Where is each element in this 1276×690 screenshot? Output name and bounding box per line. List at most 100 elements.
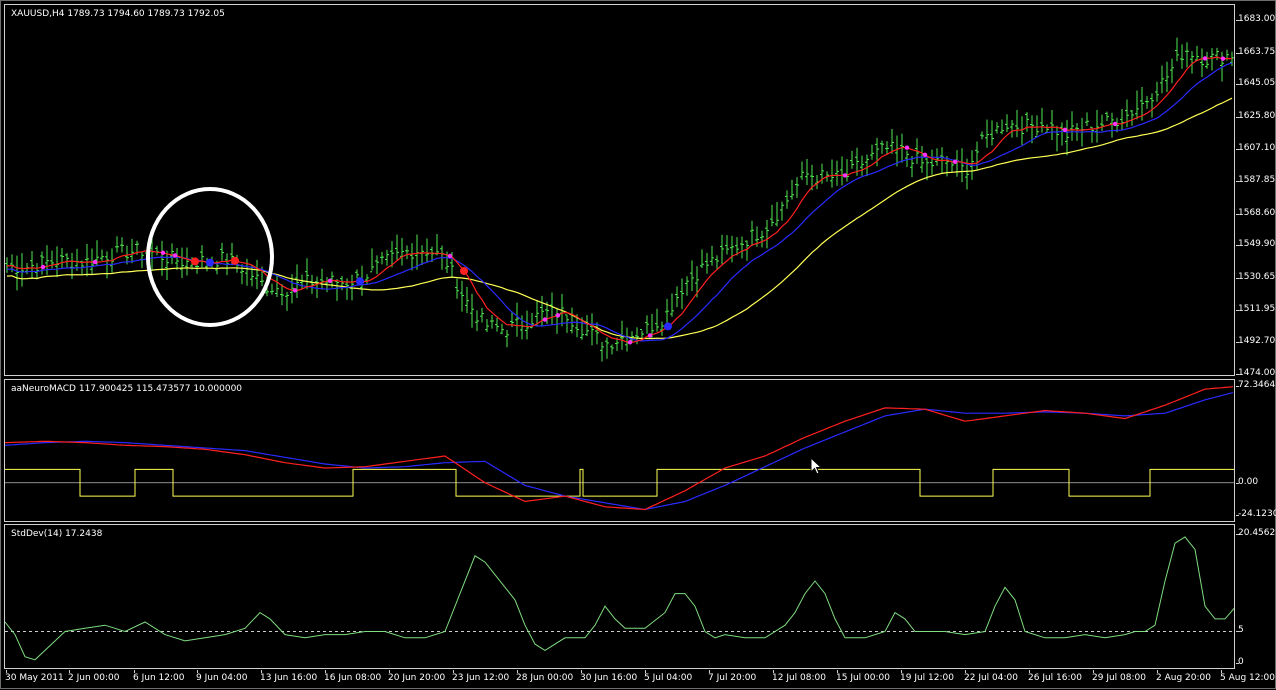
time-axis-tick [325, 670, 326, 673]
price-axis-label: 1511.95 [1238, 303, 1276, 314]
signal-dot [460, 266, 468, 275]
price-axis-label: 1663.75 [1238, 46, 1276, 57]
signal-dot [40, 264, 46, 270]
stddev-axis-label-tick [1236, 663, 1239, 664]
time-axis: 30 May 2011 2 Jun 00:00 6 Jun 12:00 9 Jun 0… [1, 670, 1276, 690]
price-axis-label: 1587.85 [1238, 175, 1276, 186]
time-axis-label: 30 May 2011 [5, 673, 64, 683]
macd-axis-label: 0.00 [1238, 476, 1259, 487]
time-axis-tick [69, 670, 70, 673]
time-axis-tick [1093, 670, 1094, 673]
signal-dot [447, 253, 453, 259]
signal-dot [922, 152, 928, 157]
time-axis-label: 6 Jun 12:00 [133, 673, 185, 683]
price-axis-label-tick [1236, 213, 1239, 215]
time-axis-tick [1157, 670, 1158, 673]
macd-axis-label: 72.3464 [1238, 380, 1276, 390]
time-axis-tick [965, 670, 966, 673]
signal-dot [327, 278, 333, 284]
time-axis-tick [517, 670, 518, 673]
stddev-axis-label: 5 [1238, 625, 1244, 636]
macd-signal-line [5, 392, 1234, 511]
stddev-header: StdDev(14) 17.2438 [11, 529, 103, 539]
time-axis-label: 2 Jun 00:00 [68, 673, 120, 683]
macd-axis-label: -24.1230 [1238, 509, 1276, 519]
time-axis-tick [134, 670, 135, 673]
price-y-axis: 1683.00 1663.75 1645.05 1625.80 1607.10 1587.… [1236, 4, 1276, 378]
price-axis-label-tick [1236, 20, 1239, 21]
time-axis-tick [1029, 670, 1030, 673]
time-axis-label: 2 Aug 20:00 [1156, 673, 1211, 683]
price-chart-header: XAUUSD,H4 1789.73 1794.60 1789.73 1792.0… [11, 9, 225, 19]
slow-moving-average-line [6, 97, 1233, 340]
stddev-chart-canvas [5, 536, 1234, 661]
time-axis-label: 23 Jun 12:00 [452, 673, 510, 683]
price-axis-label-tick [1236, 278, 1239, 280]
time-axis-tick [1221, 670, 1222, 673]
signal-dot [555, 313, 561, 318]
time-axis-label: 15 Jul 00:00 [836, 673, 890, 683]
signal-dot [904, 145, 910, 150]
stddev-line [5, 536, 1234, 661]
price-axis-label: 1549.90 [1238, 239, 1276, 250]
time-axis-tick [581, 670, 582, 673]
time-axis-label: 16 Jun 08:00 [324, 673, 382, 683]
macd-header: aaNeuroMACD 117.900425 115.473577 10.000… [11, 384, 243, 394]
time-axis-tick [389, 670, 390, 673]
signal-dot [206, 258, 214, 267]
time-axis-label: 12 Jul 08:00 [772, 673, 826, 683]
chart-window: XAUUSD,H4 1789.73 1794.60 1789.73 1792.0… [0, 0, 1276, 689]
mouse-cursor-icon [810, 457, 823, 475]
price-axis-label-tick [1236, 116, 1239, 118]
time-axis-label: 22 Jul 04:00 [964, 673, 1018, 683]
macd-indicator-pane[interactable]: aaNeuroMACD 117.900425 115.473577 10.000… [4, 379, 1235, 522]
stddev-axis-label-tick [1236, 631, 1239, 633]
time-axis-tick [6, 670, 7, 673]
time-axis-label: 9 Jun 04:00 [196, 673, 248, 683]
signal-dot [952, 159, 958, 164]
stddev-axis-label: 0 [1238, 657, 1244, 667]
time-axis-label: 29 Jul 08:00 [1092, 673, 1146, 683]
price-chart-pane[interactable]: XAUUSD,H4 1789.73 1794.60 1789.73 1792.0… [4, 4, 1235, 376]
time-axis-label: 13 Jun 16:00 [260, 673, 318, 683]
price-axis-label: 1683.00 [1238, 14, 1276, 24]
time-axis-tick [901, 670, 902, 673]
signal-dot [191, 257, 199, 266]
price-axis-label-tick [1236, 245, 1239, 247]
macd-axis-label-tick [1236, 482, 1239, 484]
time-axis-tick [645, 670, 646, 673]
price-axis-label: 1645.05 [1238, 78, 1276, 89]
time-axis-label: 20 Jun 20:00 [388, 673, 446, 683]
signal-dot [1112, 121, 1118, 127]
signal-dot [1062, 127, 1068, 132]
macd-main-line [5, 386, 1234, 511]
signal-dot [647, 333, 653, 338]
time-axis-tick [709, 670, 710, 673]
time-axis-label: 5 Jul 04:00 [644, 673, 693, 683]
price-axis-label-tick [1236, 309, 1239, 311]
stddev-indicator-pane[interactable]: StdDev(14) 17.2438 [4, 524, 1235, 669]
time-axis-label: 28 Jun 00:00 [516, 673, 574, 683]
macd-y-axis: 72.3464 0.00 -24.1230 [1236, 379, 1276, 522]
price-axis-label-tick [1236, 181, 1239, 183]
price-axis-label-tick [1236, 52, 1239, 54]
signal-dot [92, 259, 98, 265]
price-axis-label: 1492.70 [1238, 336, 1276, 347]
signal-dot [842, 173, 848, 178]
price-axis-label-tick [1236, 148, 1239, 150]
price-axis-label-tick [1236, 374, 1239, 375]
signal-dot [231, 256, 239, 265]
time-axis-label: 30 Jun 16:00 [580, 673, 638, 683]
signal-dot [160, 250, 166, 255]
price-axis-label: 1607.10 [1238, 142, 1276, 153]
signal-dot [172, 253, 178, 258]
macd-chart-canvas [5, 386, 1234, 511]
time-axis-tick [837, 670, 838, 673]
macd-axis-label-tick [1236, 386, 1239, 387]
signal-dot [356, 277, 364, 286]
signal-dot [542, 317, 548, 322]
price-axis-label-tick [1236, 342, 1239, 344]
stddev-axis-label-tick [1236, 534, 1239, 535]
time-axis-tick [197, 670, 198, 673]
price-axis-label: 1568.60 [1238, 207, 1276, 218]
